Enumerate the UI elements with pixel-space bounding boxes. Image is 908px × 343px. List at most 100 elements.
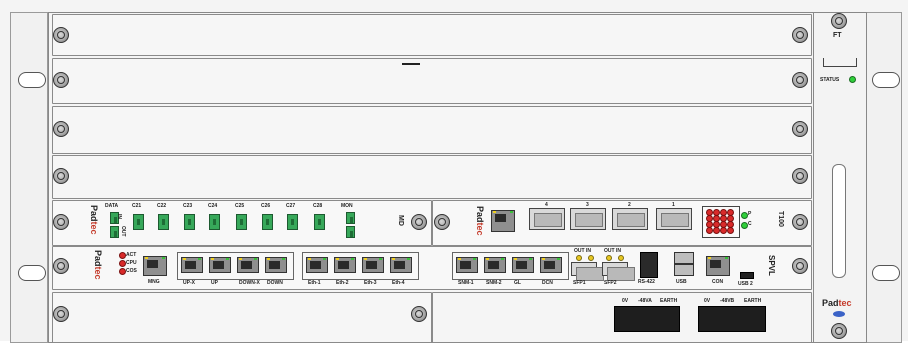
rj45-port-icon[interactable]: [181, 257, 203, 273]
spvl-mng-label: MNG: [148, 279, 160, 285]
spvl-port-label: Eth-1: [308, 280, 321, 286]
screw-icon[interactable]: [792, 72, 808, 88]
screw-icon[interactable]: [53, 214, 69, 230]
spvl-led-label: COS: [126, 268, 137, 274]
sfp-port-icon[interactable]: [602, 262, 635, 281]
rj45-port-icon[interactable]: [306, 257, 328, 273]
sc-connector-icon[interactable]: [209, 214, 220, 230]
md-port-label: MON: [341, 203, 353, 209]
md-port-label: C26: [261, 203, 271, 209]
md-in-label: IN: [116, 214, 122, 219]
md-port-label: C24: [208, 203, 218, 209]
screw-icon[interactable]: [53, 258, 69, 274]
sfp-port-icon[interactable]: [529, 208, 565, 230]
sc-connector-icon[interactable]: [346, 226, 355, 238]
spvl-con-port[interactable]: [706, 256, 730, 276]
spvl-port-label: DCN: [542, 280, 553, 286]
spvl-rs422-port[interactable]: [640, 252, 658, 278]
spvl-sfp-io-label: OUT: [574, 248, 585, 254]
spvl-mng-port[interactable]: [143, 256, 167, 276]
md-card-label: MD: [397, 215, 404, 226]
screw-icon[interactable]: [792, 214, 808, 230]
md-port-label: C23: [183, 203, 193, 209]
sc-connector-icon[interactable]: [236, 214, 247, 230]
spvl-port-label: UP: [211, 280, 218, 286]
left-mount-hole-bottom: [18, 265, 46, 281]
sc-connector-icon[interactable]: [110, 226, 119, 238]
led-icon: [576, 255, 582, 261]
spvl-port-label: DOWN-X: [239, 280, 260, 286]
rj45-port-icon[interactable]: [362, 257, 384, 273]
power-connector-b[interactable]: [698, 306, 766, 332]
sc-connector-icon[interactable]: [287, 214, 298, 230]
screw-icon[interactable]: [434, 214, 450, 230]
rj45-port-icon[interactable]: [390, 257, 412, 273]
screw-icon[interactable]: [831, 13, 847, 29]
rj45-port-icon[interactable]: [456, 257, 478, 273]
screw-icon[interactable]: [792, 258, 808, 274]
t100-sfp-number: 2: [628, 202, 631, 208]
spvl-usb-port-a[interactable]: [674, 252, 694, 264]
led-icon: [618, 255, 624, 261]
spvl-usb-port-b[interactable]: [674, 264, 694, 276]
rj45-port-icon[interactable]: [265, 257, 287, 273]
led-icon: [727, 227, 734, 234]
spvl-con-label: CON: [712, 279, 724, 285]
screw-icon[interactable]: [831, 323, 847, 339]
right-mount-hole-top: [872, 72, 900, 88]
sfp-port-icon[interactable]: [656, 208, 692, 230]
rj45-port-icon[interactable]: [209, 257, 231, 273]
sfp-port-icon[interactable]: [570, 208, 606, 230]
t100-sfp-number: 3: [586, 202, 589, 208]
power-label: 0V: [704, 298, 711, 304]
screw-icon[interactable]: [411, 306, 427, 322]
spvl-sfp-label: SFP2: [604, 280, 617, 286]
screw-icon[interactable]: [792, 27, 808, 43]
spvl-usb2-port[interactable]: [740, 272, 754, 279]
sc-connector-icon[interactable]: [346, 212, 355, 224]
fan-status-label: STATUS: [820, 77, 840, 83]
sc-connector-icon[interactable]: [262, 214, 273, 230]
rj45-port-icon[interactable]: [484, 257, 506, 273]
sc-connector-icon[interactable]: [184, 214, 195, 230]
spvl-port-label: DOWN: [267, 280, 283, 286]
sc-connector-icon[interactable]: [314, 214, 325, 230]
md-port-label: C28: [313, 203, 323, 209]
t100-led-label: C: [748, 221, 752, 227]
rj45-port-icon[interactable]: [334, 257, 356, 273]
screw-icon[interactable]: [53, 306, 69, 322]
spvl-port-label: SNM-1: [458, 280, 474, 286]
fan-handle[interactable]: [832, 164, 846, 278]
screw-icon[interactable]: [53, 27, 69, 43]
right-mount-hole-bottom: [872, 265, 900, 281]
screw-icon[interactable]: [53, 168, 69, 184]
screw-icon[interactable]: [53, 72, 69, 88]
rj45-port-icon[interactable]: [512, 257, 534, 273]
t100-sfp-number: 1: [672, 202, 675, 208]
rj45-port-icon[interactable]: [540, 257, 562, 273]
screw-icon[interactable]: [792, 121, 808, 137]
led-icon: [713, 227, 720, 234]
sc-connector-icon[interactable]: [158, 214, 169, 230]
sc-connector-icon[interactable]: [133, 214, 144, 230]
spvl-port-label: GL: [514, 280, 521, 286]
md-port-label: C27: [286, 203, 296, 209]
screw-icon[interactable]: [53, 121, 69, 137]
t100-led-label: P: [748, 211, 752, 217]
spvl-sfp-label: SFP1: [573, 280, 586, 286]
screw-icon[interactable]: [792, 168, 808, 184]
screw-icon[interactable]: [411, 214, 427, 230]
md-port-label: C25: [235, 203, 245, 209]
rj45-port-icon[interactable]: [237, 257, 259, 273]
power-connector-a[interactable]: [614, 306, 680, 332]
power-label: EARTH: [744, 298, 762, 304]
sfp-port-icon[interactable]: [612, 208, 648, 230]
led-icon: [706, 227, 713, 234]
spvl-port-label: SNM-2: [486, 280, 502, 286]
md-brand-logo: Padtec: [89, 205, 99, 235]
t100-rj45-port[interactable]: [491, 210, 515, 232]
led-icon: [119, 268, 126, 275]
sfp-port-icon[interactable]: [571, 262, 604, 281]
power-label: -48VB: [720, 298, 735, 304]
led-icon: [741, 222, 748, 229]
